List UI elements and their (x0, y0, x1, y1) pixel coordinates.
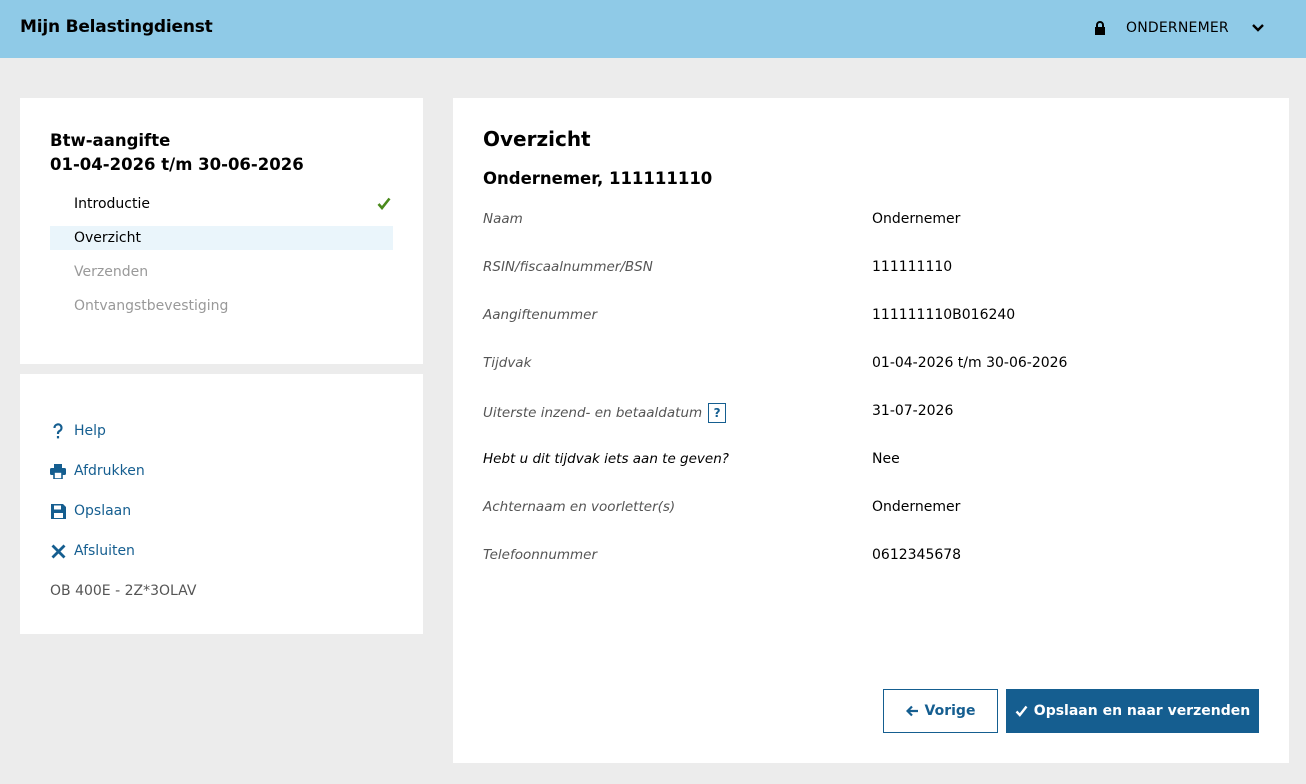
field-row: RSIN/fiscaalnummer/BSN 111111110 (483, 256, 1263, 304)
step-label: Overzicht (74, 230, 141, 246)
close-label: Afsluiten (74, 543, 135, 559)
step-label: Verzenden (74, 264, 149, 280)
step-introductie[interactable]: Introductie (50, 192, 393, 216)
field-label: Naam (483, 211, 523, 227)
step-label: Ontvangstbevestiging (74, 298, 229, 314)
steps-title: Btw-aangifte 01-04-2026 t/m 30-06-2026 (50, 129, 304, 177)
steps-panel: Btw-aangifte 01-04-2026 t/m 30-06-2026 I… (20, 98, 423, 364)
step-ontvangstbevestiging: Ontvangstbevestiging (50, 294, 393, 318)
tools-panel: Help Afdrukken Opslaan Afsluiten OB 400E… (20, 374, 423, 634)
help-link[interactable]: Help (50, 421, 145, 441)
steps-title-line1: Btw-aangifte (50, 131, 171, 150)
brand-title: Mijn Belastingdienst (20, 17, 213, 37)
print-link[interactable]: Afdrukken (50, 461, 145, 481)
top-header: Mijn Belastingdienst ONDERNEMER (0, 0, 1306, 58)
save-label: Opslaan (74, 503, 132, 519)
field-row: Aangiftenummer 111111110B016240 (483, 304, 1263, 352)
step-list: Introductie Overzicht Verzenden Ontvangs… (50, 192, 393, 328)
printer-icon (50, 463, 66, 479)
save-and-send-label: Opslaan en naar verzenden (1033, 703, 1251, 719)
help-label: Help (74, 423, 106, 439)
save-and-send-button[interactable]: Opslaan en naar verzenden (1006, 689, 1259, 733)
role-label: ONDERNEMER (1126, 20, 1229, 36)
field-label: RSIN/fiscaalnummer/BSN (483, 259, 653, 275)
field-value: Ondernemer (872, 211, 961, 227)
lock-icon (1095, 21, 1105, 35)
overview-fields: Naam Ondernemer RSIN/fiscaalnummer/BSN 1… (483, 208, 1263, 592)
arrow-left-icon (905, 705, 918, 717)
main-panel: Overzicht Ondernemer, 111111110 Naam Ond… (453, 98, 1289, 763)
field-row: Tijdvak 01-04-2026 t/m 30-06-2026 (483, 352, 1263, 400)
help-question-icon[interactable]: ? (708, 403, 727, 423)
step-overzicht[interactable]: Overzicht (50, 226, 393, 250)
checkmark-icon (1015, 705, 1028, 717)
field-value: Nee (872, 451, 900, 467)
field-value: 111111110 (872, 259, 953, 275)
field-row: Hebt u dit tijdvak iets aan te geven? Ne… (483, 448, 1263, 496)
print-label: Afdrukken (74, 463, 145, 479)
field-label: Telefoonnummer (483, 547, 598, 563)
page-title: Overzicht (483, 127, 591, 151)
checkmark-icon (377, 197, 391, 210)
save-icon (50, 503, 66, 519)
save-link[interactable]: Opslaan (50, 501, 145, 521)
question-icon (50, 423, 66, 439)
field-label-with-help: Uiterste inzend- en betaaldatum ? (483, 403, 727, 423)
field-label: Hebt u dit tijdvak iets aan te geven? (483, 451, 729, 467)
previous-label: Vorige (924, 703, 976, 719)
field-row: Uiterste inzend- en betaaldatum ? 31-07-… (483, 400, 1263, 448)
field-value: 31-07-2026 (872, 403, 954, 419)
field-row: Naam Ondernemer (483, 208, 1263, 256)
field-value: 0612345678 (872, 547, 962, 563)
close-link[interactable]: Afsluiten (50, 541, 145, 561)
form-code: OB 400E - 2Z*3OLAV (50, 583, 197, 599)
field-value: 111111110B016240 (872, 307, 1016, 323)
field-row: Achternaam en voorletter(s) Ondernemer (483, 496, 1263, 544)
tools-list: Help Afdrukken Opslaan Afsluiten (50, 421, 145, 581)
field-label: Aangiftenummer (483, 307, 598, 323)
field-value: 01-04-2026 t/m 30-06-2026 (872, 355, 1068, 371)
field-label: Achternaam en voorletter(s) (483, 499, 676, 515)
field-row: Telefoonnummer 0612345678 (483, 544, 1263, 592)
role-menu[interactable]: ONDERNEMER (1094, 16, 1265, 40)
step-label: Introductie (74, 196, 150, 212)
field-label: Tijdvak (483, 355, 532, 371)
previous-button[interactable]: Vorige (883, 689, 998, 733)
chevron-down-icon[interactable] (1251, 23, 1265, 33)
field-label: Uiterste inzend- en betaaldatum (483, 405, 703, 421)
steps-title-line2: 01-04-2026 t/m 30-06-2026 (50, 155, 304, 174)
page-subtitle: Ondernemer, 111111110 (483, 169, 713, 188)
close-icon (50, 543, 66, 559)
field-value: Ondernemer (872, 499, 961, 515)
step-verzenden: Verzenden (50, 260, 393, 284)
